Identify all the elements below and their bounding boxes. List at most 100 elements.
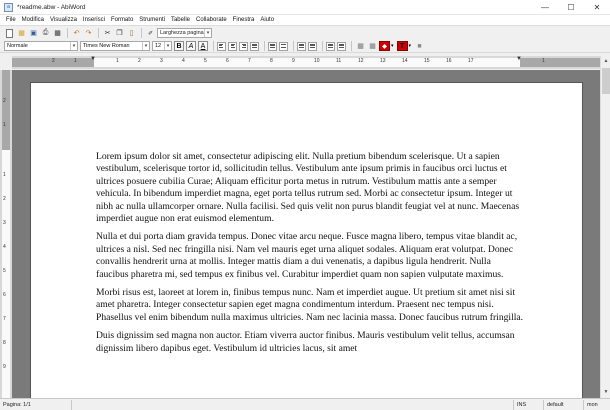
save-button[interactable]: ▣ — [28, 28, 39, 39]
undo-icon: ↶ — [73, 30, 80, 37]
chevron-down-icon[interactable]: ▾ — [409, 43, 412, 49]
redo-icon: ↷ — [85, 30, 92, 37]
menu-formato[interactable]: Formato — [108, 17, 136, 23]
paragraph[interactable]: Lorem ipsum dolor sit amet, consectetur … — [96, 151, 524, 225]
style-indicator: default — [544, 399, 584, 410]
more-options-button[interactable]: ■ — [414, 41, 425, 52]
paragraph[interactable]: Duis dignissim sed magna non auctor. Eti… — [96, 330, 524, 355]
scrollbar-thumb[interactable] — [602, 68, 610, 94]
floppy-icon: ▣ — [30, 30, 37, 37]
ruler-number: 15 — [424, 58, 430, 64]
menu-visualizza[interactable]: Visualizza — [47, 17, 80, 23]
menu-tabelle[interactable]: Tabelle — [168, 17, 193, 23]
ruler-number: 2 — [3, 98, 6, 104]
open-button[interactable]: ▦ — [16, 28, 27, 39]
zoom-select[interactable]: Larghezza pagina ▾ — [157, 28, 212, 38]
vertical-scrollbar[interactable]: ▲ ▼ — [600, 56, 610, 398]
abiword-app-icon: a — [4, 2, 13, 12]
toolbar-separator — [264, 41, 265, 51]
ruler-number: 17 — [468, 58, 474, 64]
print-preview-button[interactable]: ▦ — [52, 28, 63, 39]
underline-button[interactable]: A — [198, 41, 208, 51]
format-painter-button[interactable]: ✐ — [145, 28, 156, 39]
close-button[interactable]: ✕ — [584, 0, 610, 15]
bullet-list-button[interactable] — [297, 41, 306, 51]
format-toolbar: Normale ▾ Times New Roman ▾ 12 ▾ B A A ▦… — [0, 40, 610, 53]
ruler-number: 9 — [292, 58, 295, 64]
indent-decrease-button[interactable] — [326, 41, 335, 51]
toolbar-separator — [293, 41, 294, 51]
right-indent-marker[interactable]: ▼ — [516, 56, 522, 62]
chevron-down-icon: ▾ — [70, 42, 77, 50]
align-left-button[interactable] — [217, 41, 226, 51]
toolbar-separator — [67, 28, 68, 38]
menu-finestra[interactable]: Finestra — [230, 17, 258, 23]
new-document-icon — [6, 28, 13, 38]
ruler-body-area — [2, 150, 10, 398]
menu-inserisci[interactable]: Inserisci — [80, 17, 108, 23]
toolbar-separator — [351, 41, 352, 51]
zoom-value: Larghezza pagina — [160, 30, 204, 36]
toolbar-separator — [98, 28, 99, 38]
paste-button[interactable]: ▯ — [126, 28, 137, 39]
scroll-up-arrow-icon[interactable]: ▲ — [602, 57, 610, 65]
maximize-button[interactable]: ☐ — [558, 0, 584, 15]
clipboard-icon: ▯ — [129, 30, 134, 37]
menu-strumenti[interactable]: Strumenti — [136, 17, 168, 23]
document-body[interactable]: Lorem ipsum dolor sit amet, consectetur … — [96, 151, 524, 361]
window-controls: — ☐ ✕ — [532, 0, 610, 15]
indent-increase-button[interactable] — [337, 41, 346, 51]
font-select[interactable]: Times New Roman ▾ — [80, 41, 150, 51]
align-center-button[interactable] — [228, 41, 237, 51]
ruler-number: 6 — [226, 58, 229, 64]
menu-collaborate[interactable]: Collaborate — [193, 17, 230, 23]
menu-modifica[interactable]: Modifica — [19, 17, 47, 23]
scroll-down-arrow-icon[interactable]: ▼ — [602, 388, 610, 396]
align-justify-button[interactable] — [250, 41, 259, 51]
menu-aiuto[interactable]: Aiuto — [257, 17, 277, 23]
numbered-list-button[interactable] — [308, 41, 317, 51]
italic-button[interactable]: A — [186, 41, 196, 51]
toolbar-separator — [322, 41, 323, 51]
menu-file[interactable]: File — [3, 17, 19, 23]
page-indicator: Pagina: 1/1 — [0, 399, 72, 410]
insert-table-button[interactable]: ▦ — [367, 41, 378, 52]
print-button[interactable]: ⎙ — [40, 28, 51, 39]
horizontal-ruler[interactable]: 2 1 1 2 3 4 5 6 7 8 9 10 11 12 13 14 15 … — [12, 56, 600, 69]
brush-icon: ✐ — [147, 30, 154, 37]
bold-button[interactable]: B — [174, 41, 184, 51]
style-select[interactable]: Normale ▾ — [4, 41, 78, 51]
redo-button[interactable]: ↷ — [83, 28, 94, 39]
text-color-button[interactable]: T — [396, 41, 408, 51]
window-title: *readme.abw - AbiWord — [17, 3, 86, 11]
chevron-down-icon[interactable]: ▾ — [391, 43, 394, 49]
highlight-color-button[interactable]: ◆ — [379, 41, 390, 51]
paragraph[interactable]: Morbi risus est, laoreet at lorem in, fi… — [96, 287, 524, 324]
document-page[interactable]: Lorem ipsum dolor sit amet, consectetur … — [30, 82, 583, 398]
toolbar-separator — [213, 41, 214, 51]
minimize-button[interactable]: — — [532, 0, 558, 15]
insert-image-button[interactable]: ▦ — [355, 41, 366, 52]
ruler-number: 3 — [160, 58, 163, 64]
insert-mode-indicator: INS — [514, 399, 544, 410]
spacing-single-button[interactable] — [268, 41, 277, 51]
undo-button[interactable]: ↶ — [71, 28, 82, 39]
ruler-number: 1 — [542, 58, 545, 64]
left-indent-marker[interactable]: ▼ — [90, 56, 96, 62]
table-icon: ▦ — [369, 43, 376, 50]
document-canvas: Lorem ipsum dolor sit amet, consectetur … — [12, 70, 600, 398]
chevron-down-icon: ▾ — [142, 42, 149, 50]
vertical-ruler[interactable]: 2 1 1 2 3 4 5 6 7 8 9 — [0, 70, 12, 398]
font-size-select[interactable]: 12 ▾ — [152, 41, 172, 51]
font-size-value: 12 — [155, 43, 162, 49]
cut-button[interactable]: ✂ — [102, 28, 113, 39]
new-document-button[interactable] — [4, 28, 15, 39]
spacing-double-button[interactable] — [279, 41, 288, 51]
menu-bar: File Modifica Visualizza Inserisci Forma… — [0, 15, 610, 26]
align-right-button[interactable] — [239, 41, 248, 51]
folder-icon: ▦ — [18, 30, 25, 37]
ruler-number: 8 — [3, 340, 6, 346]
paragraph[interactable]: Nulla et dui porta diam gravida tempus. … — [96, 231, 524, 281]
ruler-number: 3 — [3, 220, 6, 226]
copy-button[interactable]: ❐ — [114, 28, 125, 39]
